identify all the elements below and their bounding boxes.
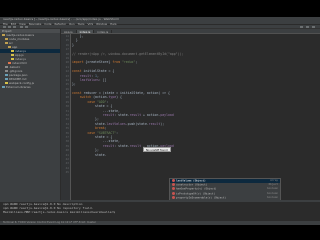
open-icon[interactable] (3, 26, 6, 28)
search-icon[interactable] (312, 26, 315, 28)
line-number-gutter: 14 15 16 17 18 19 20 21 22 23 24 25 26 27 28 29 30 31 32 33… (61, 34, 71, 200)
completion-label: lastValues (Object) (176, 179, 206, 183)
project-panel: Project reactjs-redux-basics node_modules… (0, 29, 61, 200)
file-icon (5, 65, 8, 69)
code-editor[interactable]: }, }}// render(<App />, window.document.… (72, 34, 320, 200)
undo-icon[interactable] (20, 26, 23, 28)
file-icon (8, 45, 11, 49)
file-icon (2, 85, 5, 89)
video-frame: reactjs-redux-basics [~/reactjs-redux-ba… (0, 0, 320, 240)
file-icon (11, 49, 14, 53)
run-icon[interactable] (300, 26, 303, 28)
file-icon (5, 41, 8, 45)
method-icon (172, 179, 175, 182)
tree-item-label: External Libraries (6, 85, 31, 89)
redo-icon[interactable] (25, 26, 28, 28)
completion-label: hasOwnProperty(v) (Object) (176, 187, 217, 191)
method-icon (172, 187, 175, 191)
tree-item[interactable]: External Libraries (0, 85, 60, 89)
save-icon[interactable] (8, 26, 11, 28)
ide-window: reactjs-redux-basics [~/reactjs-redux-ba… (0, 17, 320, 225)
completion-label: constructor (Object) (176, 183, 208, 187)
terminal-line: Maximilians-MBP:reactjs-redux-basics max… (3, 210, 117, 215)
file-icon (5, 81, 8, 85)
file-icon (11, 53, 14, 57)
file-icon (5, 37, 8, 41)
method-icon (172, 195, 175, 199)
file-icon (11, 57, 14, 61)
terminal-panel[interactable]: npm WARN reactjs-basics@1.0.0 No descrip… (0, 200, 320, 221)
method-icon (172, 191, 175, 195)
file-icon (5, 73, 8, 77)
file-icon (8, 61, 11, 65)
method-icon (172, 183, 175, 187)
completion-label: propertyIsEnumerable(v) (Object) (176, 196, 226, 200)
completion-label: isPrototypeOf(v) (Object) (176, 192, 216, 196)
debug-icon[interactable] (306, 26, 309, 28)
file-icon (5, 69, 8, 73)
error-tooltip: No unshift found (143, 147, 171, 152)
line-number: 45 (65, 170, 69, 175)
file-icon (2, 33, 5, 37)
sync-icon[interactable] (13, 26, 16, 28)
project-tree: reactjs-redux-basics node_modules src app in… (0, 33, 60, 89)
status-bar: Terminal 6: TODO Version Control Event L… (0, 221, 320, 225)
file-icon (5, 77, 8, 81)
